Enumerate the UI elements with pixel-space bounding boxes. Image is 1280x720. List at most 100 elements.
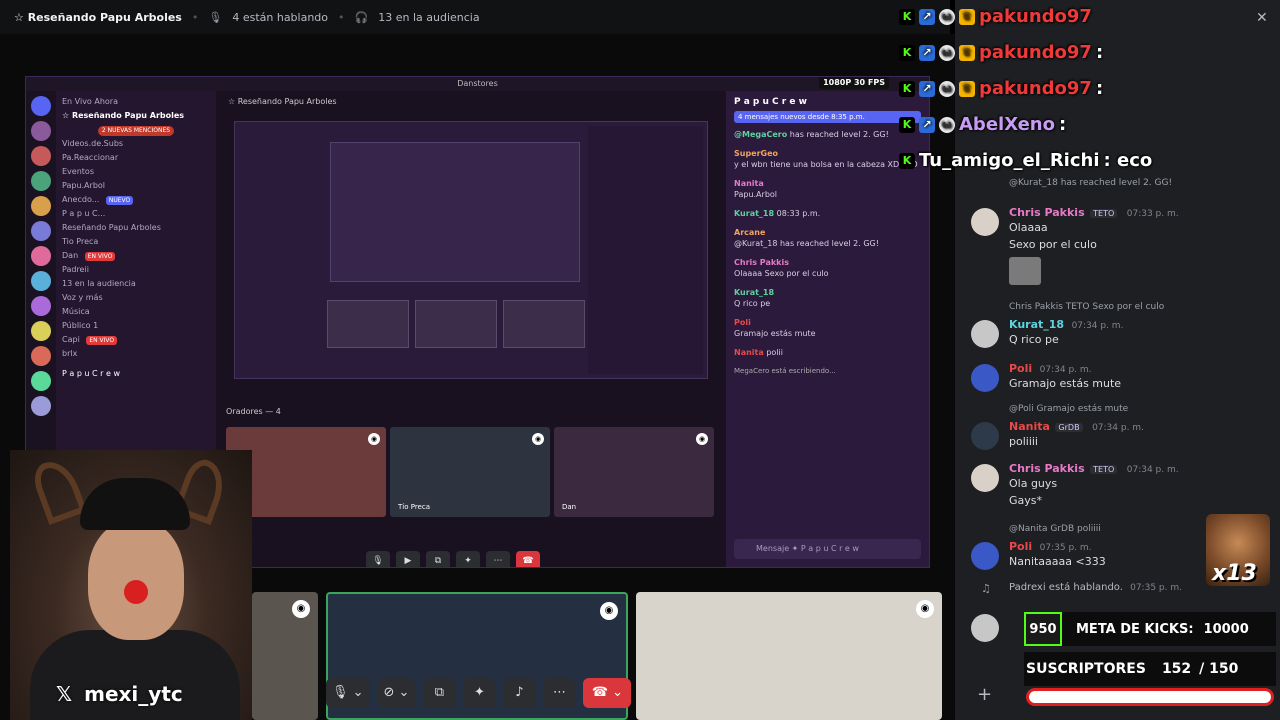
soundboard-icon[interactable]: ♪: [503, 678, 536, 708]
shield-icon: ◉: [696, 433, 708, 445]
overlay-text: :: [1095, 42, 1104, 63]
reply-preview[interactable]: @Poli Gramajo estás mute: [1009, 404, 1128, 414]
server-icon[interactable]: [31, 246, 51, 266]
typing-indicator: MegaCero está escribiendo...: [734, 367, 836, 375]
author-name[interactable]: Kurat_18: [1009, 318, 1064, 331]
server-icon[interactable]: [31, 221, 51, 241]
activity-icon[interactable]: ✦: [463, 678, 496, 708]
mouse-badge-icon: ω: [939, 116, 955, 133]
overlay-text: : eco: [1103, 150, 1153, 171]
server-icon[interactable]: [31, 296, 51, 316]
more-icon[interactable]: ⋯: [486, 551, 510, 567]
server-icon[interactable]: [31, 146, 51, 166]
avatar[interactable]: [971, 320, 999, 348]
screen-share-icon[interactable]: ⧉: [423, 678, 456, 708]
sidebar-item[interactable]: brlx: [62, 347, 210, 361]
overlay-chat-line: K ↗ ω ♛ pakundo97 :: [899, 42, 1103, 63]
server-icon[interactable]: [31, 171, 51, 191]
avatar[interactable]: [971, 614, 999, 642]
share-server-title: Danstores: [26, 77, 929, 91]
more-icon[interactable]: ⋯: [543, 678, 576, 708]
server-icon[interactable]: [31, 346, 51, 366]
author-name[interactable]: Chris Pakkis: [1009, 206, 1085, 219]
server-icon[interactable]: [31, 371, 51, 391]
server-icon[interactable]: [31, 196, 51, 216]
server-icon[interactable]: [31, 96, 51, 116]
hangup-icon[interactable]: ☎ ⌄: [583, 678, 632, 708]
speaker-tile[interactable]: ◉ Tío Preca: [390, 427, 550, 517]
server-icon[interactable]: [31, 121, 51, 141]
call-controls: 🎙 ▶ ⧉ ✦ ⋯ ☎: [366, 549, 576, 567]
sub-badge-icon: ↗: [919, 8, 935, 25]
sidebar-live-channel[interactable]: ☆ Reseñando Papu Arboles: [62, 109, 210, 123]
stream-overlay-chat: K ↗ ω ♛ pakundo97 K ↗ ω ♛ pakundo97 : K …: [885, 0, 1280, 180]
sidebar-item[interactable]: Videos.de.Subs: [62, 137, 210, 151]
author-name[interactable]: Poli: [1009, 540, 1032, 553]
add-attachment-icon[interactable]: +: [977, 684, 992, 705]
shield-icon: ◉: [916, 600, 934, 618]
sidebar-item[interactable]: P a p u C...: [62, 207, 210, 221]
reply-preview[interactable]: Chris Pakkis TETO Sexo por el culo: [1009, 302, 1164, 312]
speaker-name: Tío Preca: [398, 503, 430, 511]
sidebar-item[interactable]: Papu.Arbol: [62, 179, 210, 193]
overlay-chat-line: K Tu_amigo_el_Richi : eco: [899, 150, 1152, 171]
camera-icon[interactable]: ▶: [396, 551, 420, 567]
reply-preview[interactable]: @Nanita GrDB poliiii: [1009, 524, 1101, 534]
speaker-tile[interactable]: ◉ Dan: [554, 427, 714, 517]
microphone-icon[interactable]: 🎙: [366, 551, 390, 567]
sidebar-item[interactable]: Capi EN VIVO: [62, 333, 210, 347]
subs-goal-value: / 150: [1199, 661, 1239, 677]
sidebar-item[interactable]: Padreii: [62, 263, 210, 277]
timestamp: 07:34 p. m.: [1071, 321, 1124, 331]
screen-share-icon[interactable]: ⧉: [426, 551, 450, 567]
video-tile[interactable]: ◉: [636, 592, 942, 720]
sidebar-item[interactable]: Público 1: [62, 319, 210, 333]
avatar[interactable]: [971, 542, 999, 570]
mouse-badge-icon: ω: [939, 8, 955, 25]
timestamp: 07:33 p. m.: [1126, 209, 1179, 219]
close-icon[interactable]: ✕: [1256, 10, 1268, 26]
sidebar-item[interactable]: Voz y más: [62, 291, 210, 305]
voice-icon: ♫: [981, 582, 991, 595]
mentions-pill[interactable]: 2 NUEVAS MENCIONES: [97, 126, 175, 136]
sidebar-item[interactable]: Música: [62, 305, 210, 319]
avatar[interactable]: [971, 464, 999, 492]
system-text: Padrexi está hablando.: [1009, 582, 1123, 593]
author-name[interactable]: Poli: [1009, 362, 1032, 375]
avatar[interactable]: [971, 208, 999, 236]
voice-center-panel: ☆ Reseñando Papu Arboles Oradores — 4 ◉ …: [216, 91, 726, 567]
center-header: ☆ Reseñando Papu Arboles: [228, 97, 337, 106]
sidebar-item[interactable]: Pa.Reaccionar: [62, 151, 210, 165]
nested-video-tile: [503, 300, 585, 348]
overlay-username: pakundo97: [979, 6, 1092, 27]
overlay-username: pakundo97: [979, 42, 1092, 63]
activity-icon[interactable]: ✦: [456, 551, 480, 567]
sub-badge-icon: ↗: [919, 80, 935, 97]
chat-message: Poli Gramajo estás mute: [734, 318, 816, 338]
hangup-icon[interactable]: ☎: [516, 551, 540, 567]
sidebar-item[interactable]: Reseñando Papu Arboles: [62, 221, 210, 235]
author-name[interactable]: Nanita: [1009, 420, 1050, 433]
sidebar-footer[interactable]: P a p u C r e w: [62, 367, 210, 381]
stream-goals: 950 META DE KICKS: 10000 SUSCRIPTORES 15…: [1024, 612, 1276, 712]
mouse-badge-icon: ω: [939, 44, 955, 61]
sidebar-item[interactable]: Anecdo... NUEVO: [62, 193, 210, 207]
server-icon[interactable]: [31, 396, 51, 416]
microphone-icon[interactable]: 🎙 ⌄: [326, 678, 370, 708]
message-text: poliiii: [1009, 435, 1038, 448]
server-icon[interactable]: [31, 271, 51, 291]
avatar[interactable]: [971, 422, 999, 450]
sidebar-item[interactable]: Tio Preca: [62, 235, 210, 249]
video-tile[interactable]: ◉: [252, 592, 318, 720]
overlay-text: :: [1058, 114, 1067, 135]
server-icon[interactable]: [31, 321, 51, 341]
crown-badge-icon: ♛: [959, 80, 975, 97]
sidebar-item[interactable]: Eventos: [62, 165, 210, 179]
live-badge: EN VIVO: [84, 252, 116, 261]
camera-off-icon[interactable]: ⊘ ⌄: [377, 678, 416, 708]
sidebar-item[interactable]: Dan EN VIVO: [62, 249, 210, 263]
kicks-label: META DE KICKS:: [1076, 621, 1194, 637]
author-name[interactable]: Chris Pakkis: [1009, 462, 1085, 475]
avatar[interactable]: [971, 364, 999, 392]
message-input[interactable]: Mensaje ✦ P a p u C r e w: [734, 539, 921, 559]
